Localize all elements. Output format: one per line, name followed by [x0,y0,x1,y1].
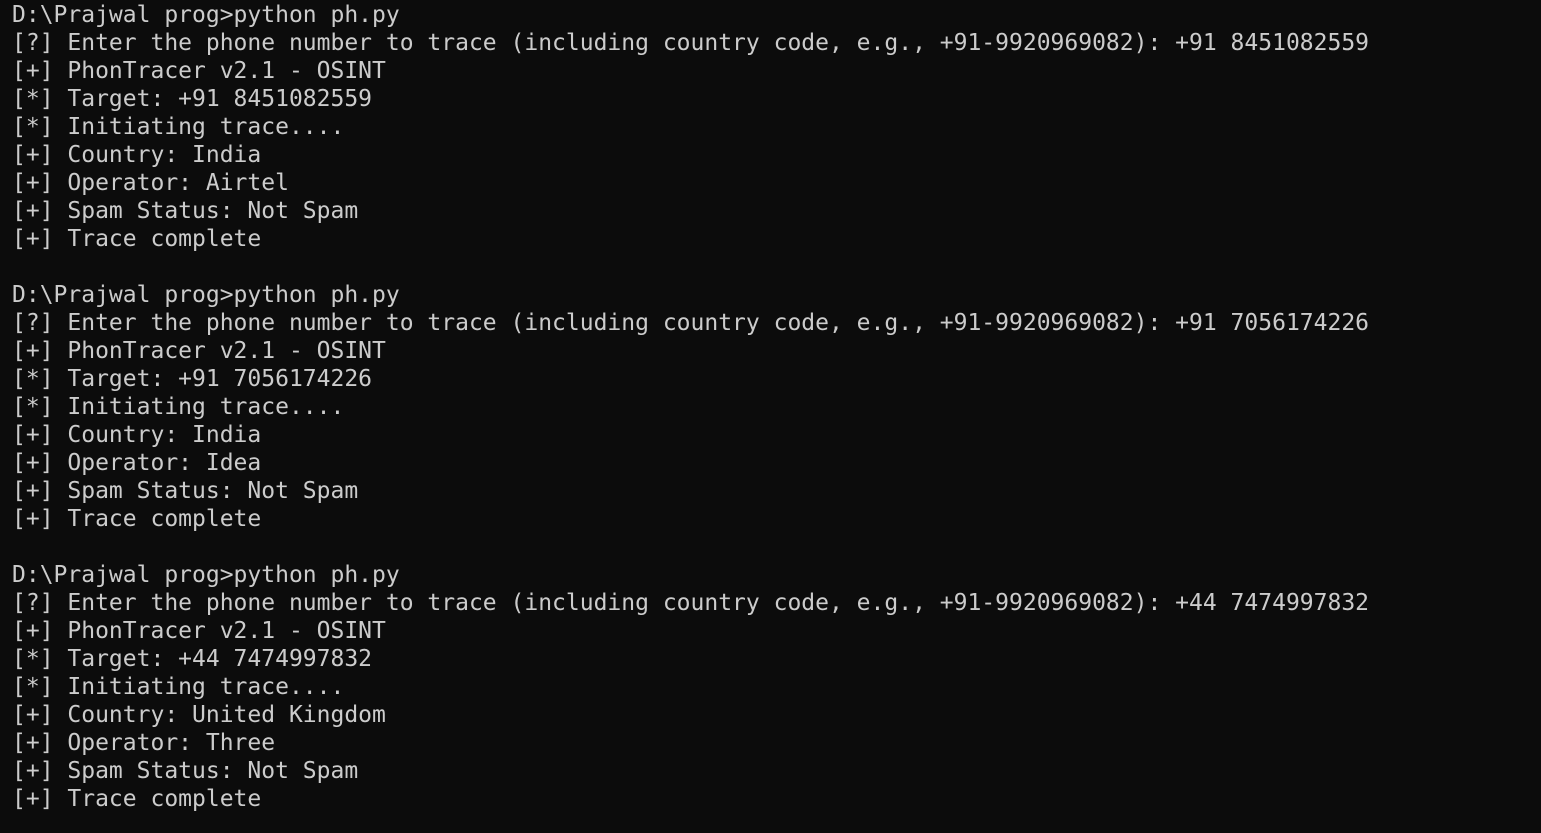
spam-status-line: [+] Spam Status: Not Spam [12,198,359,224]
spam-status-line: [+] Spam Status: Not Spam [12,478,359,504]
operator-line: [+] Operator: Airtel [12,170,289,196]
terminal-window[interactable]: D:\Prajwal prog>python ph.py [?] Enter t… [0,0,1541,833]
phone-input-prompt: [?] Enter the phone number to trace (inc… [12,310,1370,336]
target-line: [*] Target: +44 7474997832 [12,646,373,672]
operator-line: [+] Operator: Idea [12,450,262,476]
trace-complete-line: [+] Trace complete [12,226,262,252]
country-line: [+] Country: United Kingdom [12,702,386,728]
initiating-line: [*] Initiating trace.... [12,394,345,420]
command-line: D:\Prajwal prog>python ph.py [12,2,400,28]
initiating-line: [*] Initiating trace.... [12,114,345,140]
command-line: D:\Prajwal prog>python ph.py [12,562,400,588]
phone-input-prompt: [?] Enter the phone number to trace (inc… [12,590,1370,616]
initiating-line: [*] Initiating trace.... [12,674,345,700]
operator-line: [+] Operator: Three [12,730,276,756]
country-line: [+] Country: India [12,142,262,168]
target-line: [*] Target: +91 8451082559 [12,86,373,112]
country-line: [+] Country: India [12,422,262,448]
phone-input-prompt: [?] Enter the phone number to trace (inc… [12,30,1370,56]
trace-run-3: D:\Prajwal prog>python ph.py [?] Enter t… [12,561,1541,813]
trace-complete-line: [+] Trace complete [12,786,262,812]
command-line: D:\Prajwal prog>python ph.py [12,282,400,308]
trace-run-1: D:\Prajwal prog>python ph.py [?] Enter t… [12,1,1541,253]
target-line: [*] Target: +91 7056174226 [12,366,373,392]
spam-status-line: [+] Spam Status: Not Spam [12,758,359,784]
tool-banner: [+] PhonTracer v2.1 - OSINT [12,338,386,364]
trace-complete-line: [+] Trace complete [12,506,262,532]
tool-banner: [+] PhonTracer v2.1 - OSINT [12,618,386,644]
trace-run-2: D:\Prajwal prog>python ph.py [?] Enter t… [12,281,1541,533]
tool-banner: [+] PhonTracer v2.1 - OSINT [12,58,386,84]
